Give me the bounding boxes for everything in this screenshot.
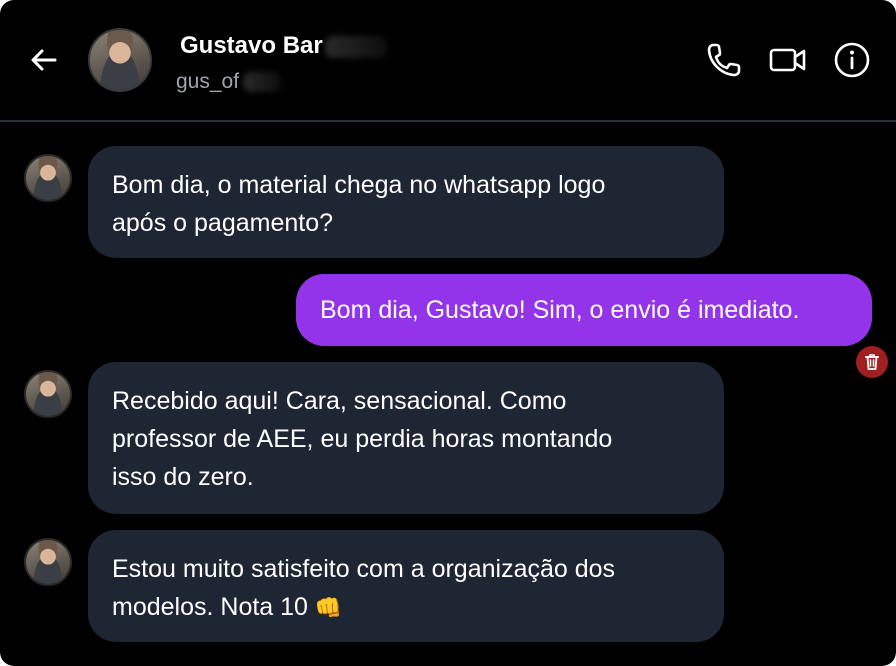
trash-icon	[865, 354, 879, 370]
message-text-line: isso do zero.	[112, 463, 254, 491]
video-camera-icon	[769, 48, 806, 72]
message-text-line: Bom dia, o material chega no whatsapp lo…	[112, 171, 606, 199]
sender-avatar[interactable]	[24, 538, 72, 586]
fist-bump-emoji: 👊	[314, 595, 343, 620]
message-bubble-incoming[interactable]: Estou muito satisfeito com a organização…	[88, 530, 724, 642]
chat-window: Gustavo Bar gus_of Bom dia, o material c…	[0, 0, 896, 666]
message-text-line: após o pagamento?	[112, 209, 334, 237]
chat-header: Gustavo Bar gus_of	[0, 0, 896, 121]
message-bubble-incoming[interactable]: Bom dia, o material chega no whatsapp lo…	[88, 146, 724, 258]
video-call-button[interactable]	[768, 40, 808, 80]
sender-avatar[interactable]	[24, 154, 72, 202]
arrow-left-icon	[31, 49, 57, 71]
redacted-username-blur	[243, 72, 282, 93]
redacted-name-blur	[324, 35, 387, 58]
message-text-line: Bom dia, Gustavo! Sim, o envio é imediat…	[320, 296, 800, 324]
info-icon	[834, 42, 870, 78]
delete-message-button[interactable]	[856, 346, 888, 378]
voice-call-button[interactable]	[704, 40, 744, 80]
back-button[interactable]	[24, 40, 64, 80]
sender-avatar[interactable]	[24, 370, 72, 418]
contact-avatar[interactable]	[88, 28, 152, 92]
contact-username-container: gus_of	[176, 70, 282, 94]
contact-name: Gustavo Bar	[180, 32, 323, 59]
message-text-line: Estou muito satisfeito com a organização…	[112, 555, 616, 583]
header-divider	[0, 120, 896, 122]
conversation-info-button[interactable]	[832, 40, 872, 80]
message-text-line-with-emoji: modelos. Nota 10 👊	[112, 588, 700, 627]
message-bubble-incoming[interactable]: Recebido aqui! Cara, sensacional. Como p…	[88, 362, 724, 514]
message-text-line: professor de AEE, eu perdia horas montan…	[112, 425, 613, 453]
message-text-line: modelos. Nota 10	[112, 593, 308, 621]
message-text-line: Recebido aqui! Cara, sensacional. Como	[112, 387, 567, 415]
phone-icon	[707, 43, 741, 77]
message-bubble-outgoing[interactable]: Bom dia, Gustavo! Sim, o envio é imediat…	[296, 274, 872, 346]
contact-name-container[interactable]: Gustavo Bar	[180, 32, 387, 60]
contact-username: gus_of	[176, 70, 240, 93]
